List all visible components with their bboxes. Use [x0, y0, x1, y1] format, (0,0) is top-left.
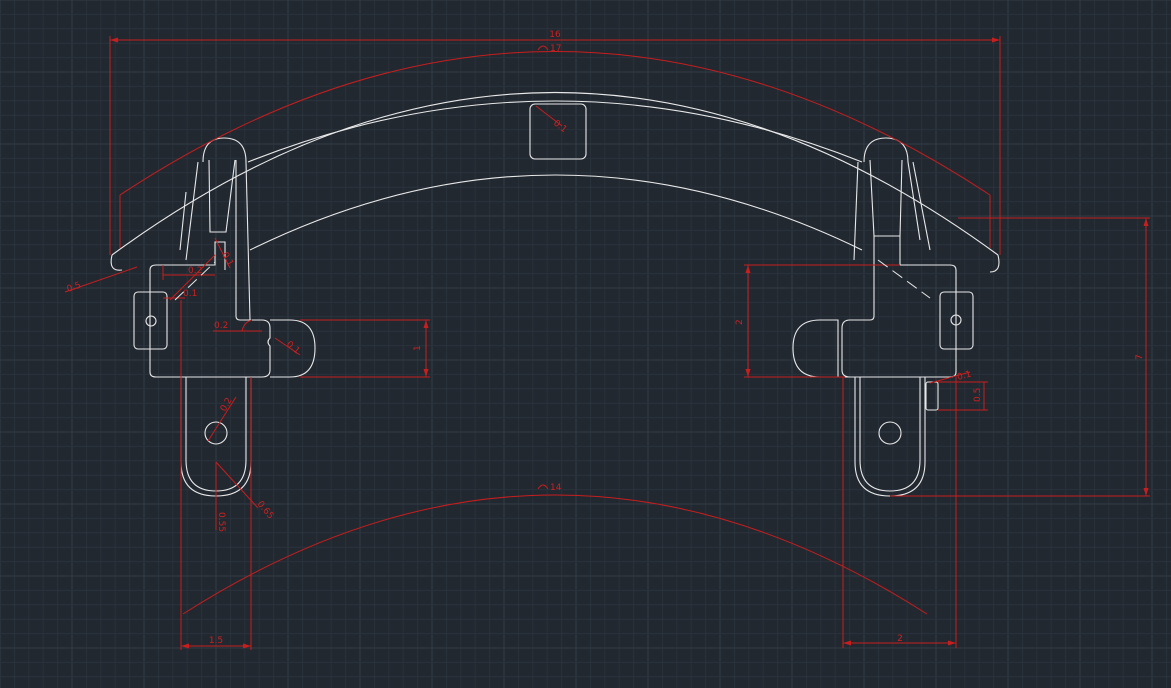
dimensions: 16 17 0.1 14 0.5 0.2 0.1 0.1 0.2 0.1 1 0… — [64, 30, 1150, 650]
dim-left-tab-gap-label: 0.2 — [214, 321, 228, 331]
lower-band-arc — [249, 174, 863, 251]
right-arm-hole — [878, 421, 902, 445]
dim-left-fillet-label: 0.1 — [219, 251, 235, 268]
dim-left-arm-radius-a-label: 0.55 — [216, 512, 226, 532]
dim-left-arm-width-label: 1.5 — [209, 636, 223, 646]
cad-drawing-canvas[interactable]: 16 17 0.1 14 0.5 0.2 0.1 0.1 0.2 0.1 1 0… — [0, 0, 1171, 688]
dim-left-tab: 0.2 0.1 1 — [213, 319, 430, 378]
dim-bottom-arc-radius: 14 — [182, 483, 928, 615]
dim-left-steps: 0.2 0.1 0.1 — [162, 237, 235, 301]
grid — [0, 0, 1171, 688]
dim-top-arc-radius-label: 17 — [550, 44, 561, 54]
dim-left-step-vertical-label: 0.1 — [183, 289, 197, 299]
dim-right-notch-height-label: 0.5 — [973, 388, 983, 402]
dim-left-tab-height-label: 1 — [413, 345, 423, 351]
dim-overall-width: 16 — [109, 30, 1001, 255]
dim-square-radius-label: 0.1 — [551, 118, 568, 135]
dim-left-outer-offset-label: 0.5 — [66, 281, 83, 295]
dim-left-hole-radius-label: 0.2 — [219, 396, 235, 413]
dim-bottom-arc-radius-label: 14 — [550, 483, 562, 493]
dim-overall-width-label: 16 — [549, 30, 561, 40]
part-geometry — [110, 92, 1000, 497]
dim-right-notch-radius-label: 0.1 — [956, 370, 972, 383]
dim-top-arc-radius: 17 — [119, 44, 991, 248]
right-lower-arm — [854, 377, 926, 497]
dim-right-arm-width-label: 2 — [897, 634, 903, 644]
dim-right-block-height-label: 2 — [735, 319, 745, 325]
left-ear-hole — [145, 315, 157, 327]
dim-right-total-height-label: 7 — [1135, 354, 1145, 360]
dim-square-radius: 0.1 — [535, 105, 569, 135]
center-line — [877, 259, 931, 299]
top-band-arc — [247, 100, 863, 163]
